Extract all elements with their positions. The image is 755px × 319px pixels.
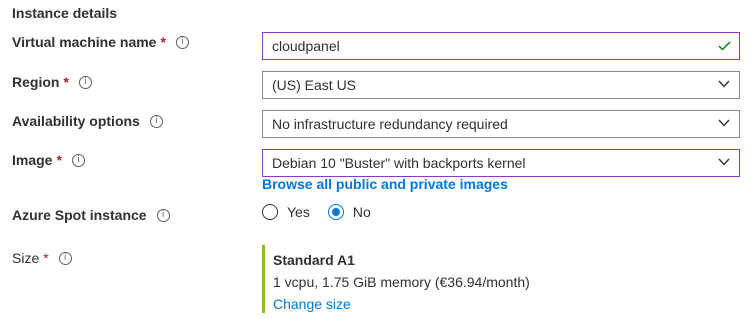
region-value: (US) East US (272, 77, 357, 93)
size-description: 1 vcpu, 1.75 GiB memory (€36.94/month) (273, 274, 530, 290)
checkmark-icon (718, 41, 731, 51)
chevron-down-icon (718, 80, 730, 88)
spot-no-radio[interactable] (327, 204, 344, 220)
change-size-link[interactable]: Change size (273, 296, 530, 312)
size-label-text: Size (12, 250, 40, 266)
vm-name-label: Virtual machine name * i (12, 32, 189, 52)
spot-yes-label[interactable]: Yes (287, 204, 310, 220)
chevron-down-icon (718, 119, 730, 127)
region-dropdown[interactable]: (US) East US (262, 71, 740, 99)
spot-no-label[interactable]: No (353, 204, 371, 220)
image-label-text: Image (12, 152, 53, 168)
chevron-down-icon (718, 158, 730, 166)
image-value: Debian 10 "Buster" with backports kernel (272, 155, 526, 171)
spot-label-text: Azure Spot instance (12, 207, 147, 223)
required-marker: * (63, 74, 69, 90)
info-icon[interactable]: i (78, 75, 92, 89)
availability-dropdown[interactable]: No infrastructure redundancy required (262, 110, 740, 138)
info-icon[interactable]: i (71, 153, 85, 167)
info-icon[interactable]: i (156, 208, 170, 222)
availability-label: Availability options i (12, 111, 163, 131)
region-label-text: Region (12, 74, 60, 90)
availability-value: No infrastructure redundancy required (272, 116, 508, 132)
info-icon[interactable]: i (175, 35, 189, 49)
required-marker: * (56, 152, 62, 168)
info-icon[interactable]: i (149, 114, 163, 128)
section-title: Instance details (12, 5, 118, 21)
availability-label-text: Availability options (12, 113, 140, 129)
vm-name-input[interactable]: cloudpanel (262, 32, 740, 60)
size-name: Standard A1 (273, 252, 355, 268)
image-label: Image * i (12, 150, 85, 170)
region-label: Region * i (12, 72, 92, 92)
required-marker: * (160, 34, 166, 50)
image-dropdown[interactable]: Debian 10 "Buster" with backports kernel (262, 149, 740, 177)
browse-images-link[interactable]: Browse all public and private images (262, 176, 508, 192)
vm-name-label-text: Virtual machine name (12, 34, 157, 50)
spot-yes-radio[interactable] (262, 204, 278, 220)
info-icon[interactable]: i (58, 251, 72, 265)
size-summary: Standard A1 1 vcpu, 1.75 GiB memory (€36… (262, 245, 530, 313)
size-label: Size * i (12, 248, 72, 268)
vm-name-value: cloudpanel (272, 38, 340, 54)
spot-label: Azure Spot instance i (12, 205, 170, 225)
spot-radio-group: Yes No (262, 204, 371, 220)
required-marker: * (43, 250, 49, 266)
